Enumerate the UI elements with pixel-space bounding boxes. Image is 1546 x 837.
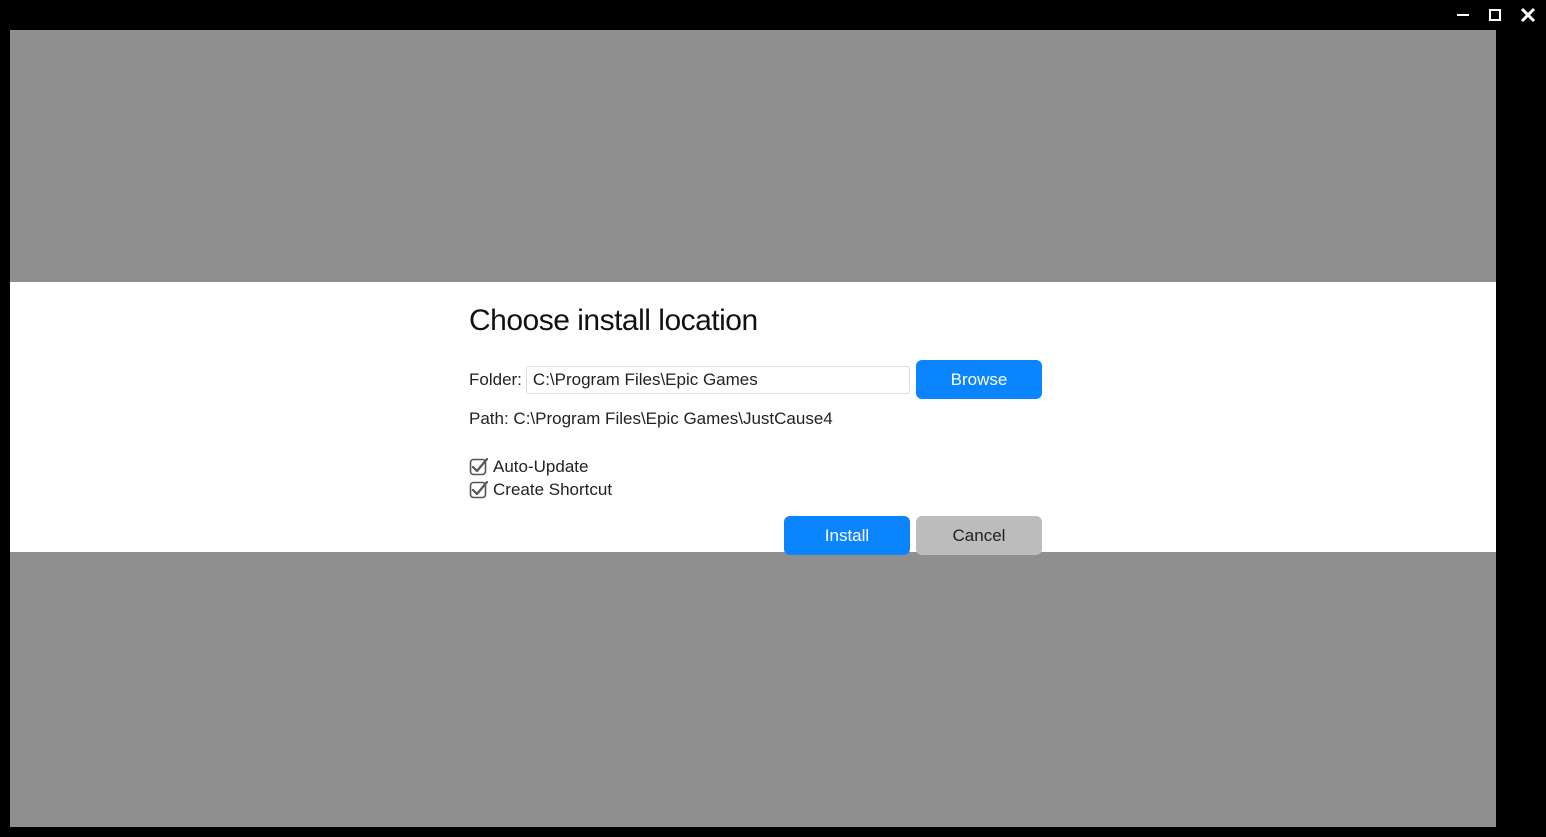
- path-value: C:\Program Files\Epic Games\JustCause4: [513, 409, 832, 428]
- folder-row: Folder: Browse: [469, 360, 1042, 399]
- auto-update-label: Auto-Update: [493, 457, 588, 477]
- folder-input[interactable]: [526, 366, 910, 394]
- window-titlebar: [0, 0, 1546, 30]
- path-row: Path: C:\Program Files\Epic Games\JustCa…: [469, 409, 1042, 429]
- dialog-button-row: Install Cancel: [469, 516, 1042, 555]
- checkbox-checked-icon[interactable]: [469, 480, 489, 500]
- maximize-icon[interactable]: [1488, 8, 1502, 22]
- dialog-title: Choose install location: [469, 304, 1042, 338]
- path-label: Path:: [469, 409, 513, 428]
- checkbox-checked-icon[interactable]: [469, 457, 489, 477]
- backdrop: Choose install location Folder: Browse P…: [10, 30, 1496, 827]
- close-icon[interactable]: [1520, 7, 1536, 23]
- create-shortcut-row[interactable]: Create Shortcut: [469, 480, 1042, 500]
- install-dialog: Choose install location Folder: Browse P…: [10, 282, 1496, 552]
- browse-button[interactable]: Browse: [916, 360, 1042, 399]
- auto-update-row[interactable]: Auto-Update: [469, 457, 1042, 477]
- cancel-button[interactable]: Cancel: [916, 516, 1042, 555]
- folder-label: Folder:: [469, 370, 522, 390]
- minimize-icon[interactable]: [1456, 8, 1470, 22]
- create-shortcut-label: Create Shortcut: [493, 480, 612, 500]
- install-button[interactable]: Install: [784, 516, 910, 555]
